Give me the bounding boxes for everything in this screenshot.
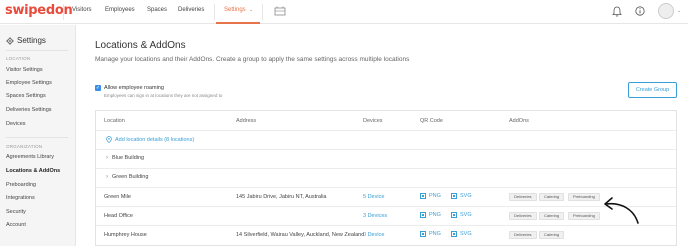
qr-code-icon [420, 212, 426, 218]
page-title: Locations & AddOns [95, 40, 186, 51]
qr-svg-link[interactable]: SVG [451, 212, 472, 218]
sidebar-divider [6, 137, 68, 138]
location-name: Head Office [104, 213, 133, 219]
qr-svg-link[interactable]: SVG [451, 231, 472, 237]
group-label: Green Building [112, 174, 149, 180]
qr-code-icon [420, 193, 426, 199]
sidebar-item-visitor-settings[interactable]: Visitor Settings [6, 67, 43, 73]
qr-svg-label: SVG [460, 193, 472, 199]
devices-link[interactable]: 3 Devices [363, 213, 387, 219]
sidebar-item-account[interactable]: Account [6, 222, 26, 228]
sidebar-item-spaces-settings[interactable]: Spaces Settings [6, 93, 46, 99]
roaming-checkbox[interactable]: ✓ [95, 85, 101, 91]
nav-spaces[interactable]: Spaces [147, 7, 167, 13]
column-header-devices: Devices [363, 118, 383, 124]
sidebar-item-agreements-library[interactable]: Agreements Library [6, 154, 54, 160]
location-address: 145 Jabiru Drive, Jabiru NT, Australia [236, 194, 327, 200]
devices-link[interactable]: 5 Device [363, 194, 384, 200]
sidebar-section-location: LOCATION [6, 56, 31, 61]
sidebar-item-devices[interactable]: Devices [6, 121, 26, 127]
table-row[interactable]: Head Office 3 Devices PNG SVG Deliveries… [96, 206, 676, 225]
chevron-down-icon[interactable]: ⌄ [249, 7, 253, 13]
locations-table: Location Address Devices QR Code AddOns … [95, 110, 677, 246]
qr-png-label: PNG [429, 231, 441, 237]
group-blue-building[interactable]: › Blue Building [106, 155, 144, 161]
devices-link[interactable]: 0 Device [363, 232, 384, 238]
nav-settings[interactable]: Settings [216, 7, 260, 24]
qr-code-icon [451, 193, 457, 199]
gear-icon [6, 36, 14, 45]
addon-chip-catering[interactable]: Catering [539, 212, 565, 220]
qr-png-label: PNG [429, 212, 441, 218]
sidebar-item-preboarding[interactable]: Preboarding [6, 182, 36, 188]
nav-visitors[interactable]: Visitors [72, 7, 92, 13]
addon-chip-catering[interactable]: Catering [539, 193, 565, 201]
qr-svg-label: SVG [460, 231, 472, 237]
qr-png-label: PNG [429, 193, 441, 199]
sidebar-item-security[interactable]: Security [6, 209, 26, 215]
settings-sidebar: Settings LOCATION Visitor Settings Emplo… [0, 25, 76, 246]
group-label: Blue Building [112, 155, 145, 161]
location-name: Green Mile [104, 194, 131, 200]
nav-deliveries[interactable]: Deliveries [178, 7, 204, 13]
group-row[interactable]: › Blue Building [96, 149, 676, 168]
page-description: Manage your locations and their AddOns. … [95, 56, 410, 63]
roaming-helper-text: Employees can sign in at locations they … [104, 93, 223, 98]
column-header-address: Address [236, 118, 257, 124]
column-header-qr-code: QR Code [420, 118, 443, 124]
column-header-addons: AddOns [509, 118, 529, 124]
location-address: 14 Silverfield, Wairau Valley, Auckland,… [236, 232, 365, 238]
addon-chip-deliveries[interactable]: Deliveries [509, 212, 537, 220]
qr-png-link[interactable]: PNG [420, 193, 441, 199]
chevron-down-icon[interactable]: ⌄ [677, 8, 681, 14]
qr-svg-link[interactable]: SVG [451, 193, 472, 199]
sidebar-divider [6, 50, 68, 51]
qr-code-icon [420, 231, 426, 237]
location-name: Humphrey House [104, 232, 147, 238]
table-row[interactable]: Green Mile 145 Jabiru Drive, Jabiru NT, … [96, 187, 676, 206]
addon-chip-preboarding[interactable]: Preboarding [568, 212, 600, 220]
qr-png-link[interactable]: PNG [420, 212, 441, 218]
sidebar-title: Settings [6, 36, 46, 45]
roaming-label: Allow employee roaming [104, 85, 164, 91]
qr-svg-label: SVG [460, 212, 472, 218]
nav-separator [262, 4, 263, 20]
qr-png-link[interactable]: PNG [420, 231, 441, 237]
sidebar-item-integrations[interactable]: Integrations [6, 195, 35, 201]
add-location-label: Add location details (8 locations) [115, 136, 195, 143]
nav-separator [63, 4, 64, 20]
top-nav-bar: swipedon Visitors Employees Spaces Deliv… [0, 0, 688, 24]
annotation-arrow-icon [604, 197, 639, 224]
sidebar-item-locations-addons[interactable]: Locations & AddOns [6, 168, 60, 174]
add-location-link[interactable]: Add location details (8 locations) [106, 136, 194, 143]
table-row[interactable]: Humphrey House 14 Silverfield, Wairau Va… [96, 225, 676, 244]
sidebar-section-organization: ORGANIZATION [6, 144, 43, 149]
nav-employees[interactable]: Employees [105, 7, 135, 13]
building-switcher-icon[interactable] [274, 6, 286, 16]
sidebar-item-employee-settings[interactable]: Employee Settings [6, 80, 52, 86]
sidebar-item-deliveries-settings[interactable]: Deliveries Settings [6, 107, 52, 113]
group-row[interactable]: › Green Building [96, 168, 676, 187]
qr-code-icon [451, 231, 457, 237]
add-location-row: Add location details (8 locations) [96, 130, 676, 149]
nav-separator [214, 4, 215, 20]
qr-code-icon [451, 212, 457, 218]
location-pin-icon [106, 136, 112, 143]
create-group-button[interactable]: Create Group [628, 82, 677, 98]
addon-chip-deliveries[interactable]: Deliveries [509, 231, 537, 239]
group-green-building[interactable]: › Green Building [106, 174, 148, 180]
addon-chip-catering[interactable]: Catering [539, 231, 565, 239]
info-icon[interactable] [635, 6, 645, 16]
sidebar-title-label: Settings [17, 36, 46, 45]
chevron-right-icon: › [106, 155, 108, 161]
addon-chip-preboarding[interactable]: Preboarding [568, 193, 600, 201]
user-avatar[interactable] [658, 3, 674, 19]
column-header-location: Location [104, 118, 125, 124]
addon-chip-deliveries[interactable]: Deliveries [509, 193, 537, 201]
bell-icon[interactable] [612, 6, 622, 17]
chevron-right-icon: › [106, 174, 108, 180]
